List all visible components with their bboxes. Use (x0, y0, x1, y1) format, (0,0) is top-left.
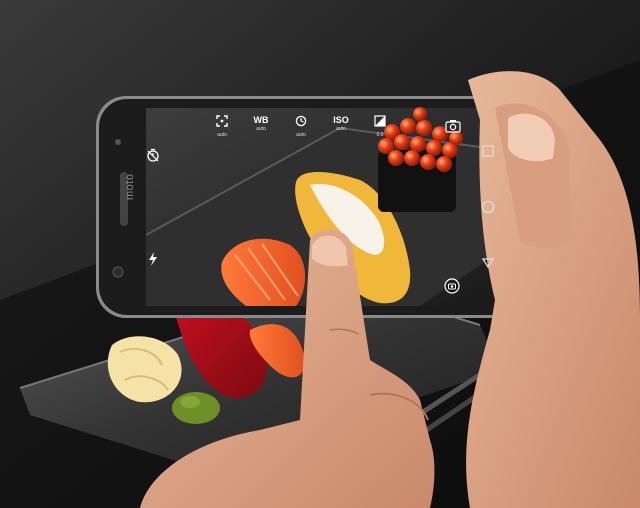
photo-scene (0, 0, 640, 508)
wasabi (172, 392, 220, 424)
